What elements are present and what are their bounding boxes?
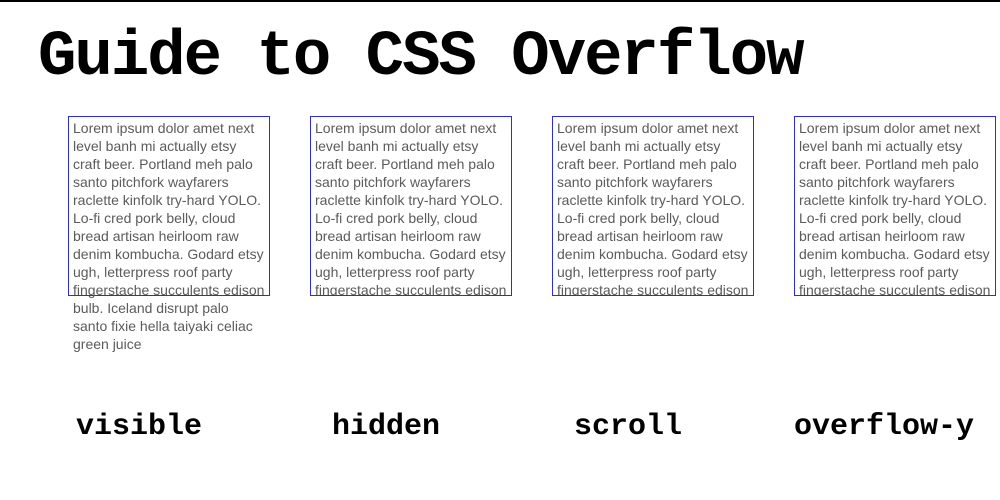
label-scroll: scroll [552,410,754,444]
page-title: Guide to CSS Overflow [0,2,1000,104]
examples-row: Lorem ipsum dolor amet next level banh m… [0,104,1000,296]
label-hidden: hidden [310,410,512,444]
label-visible: visible [68,410,270,444]
labels-row: visible hidden scroll overflow-y [0,410,1000,444]
example-scroll: Lorem ipsum dolor amet next level banh m… [552,116,754,296]
label-overflow-y: overflow-y [794,410,996,444]
overflow-box-scroll[interactable]: Lorem ipsum dolor amet next level banh m… [552,116,754,296]
example-overflow-y: Lorem ipsum dolor amet next level banh m… [794,116,996,296]
overflow-box-overflow-y[interactable]: Lorem ipsum dolor amet next level banh m… [794,116,996,296]
overflow-box-hidden: Lorem ipsum dolor amet next level banh m… [310,116,512,296]
example-hidden: Lorem ipsum dolor amet next level banh m… [310,116,512,296]
overflow-box-visible: Lorem ipsum dolor amet next level banh m… [68,116,270,296]
example-visible: Lorem ipsum dolor amet next level banh m… [68,116,270,296]
